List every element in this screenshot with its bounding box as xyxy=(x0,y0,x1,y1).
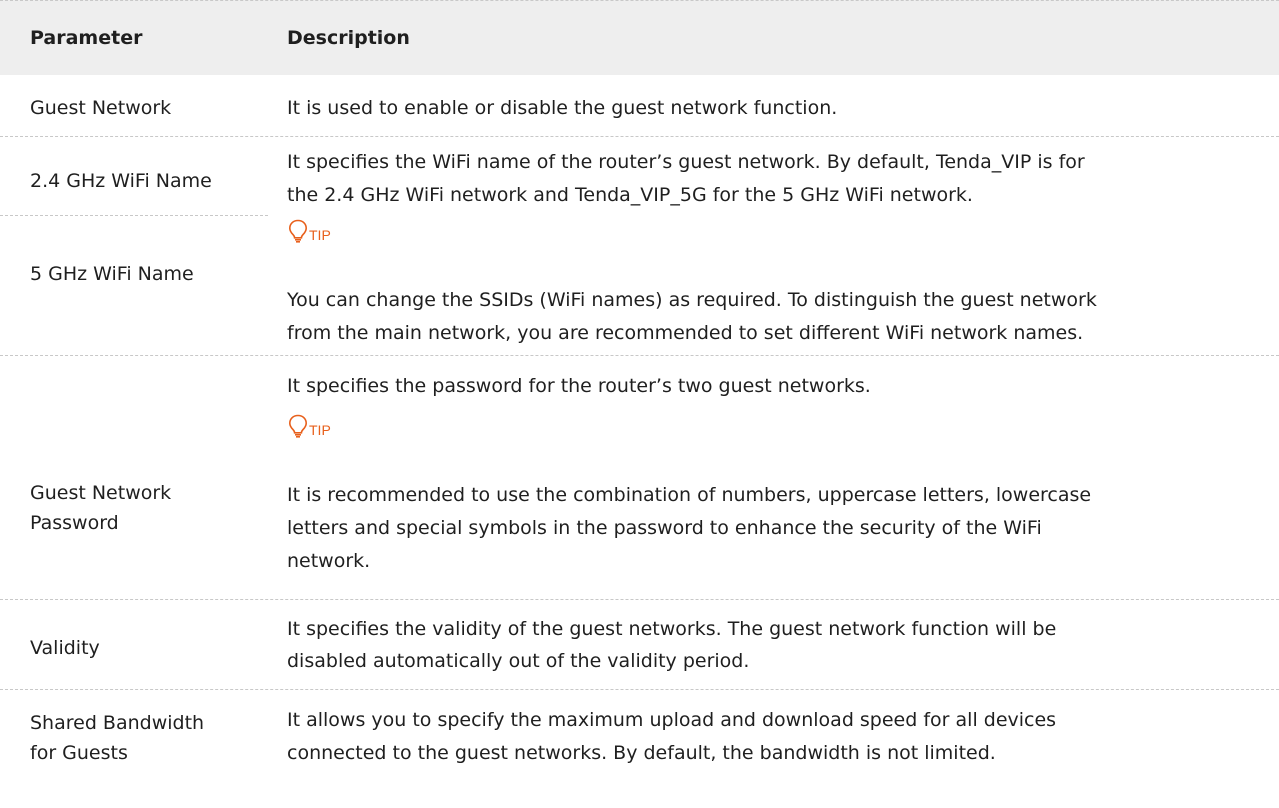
tip-label: TIP xyxy=(309,227,331,243)
desc-validity-line2: disabled automatically out of the validi… xyxy=(287,650,750,672)
table-header-row: Parameter Description xyxy=(0,0,1279,75)
desc-password: It specifies the password for the router… xyxy=(287,375,871,397)
param-password-line2: Password xyxy=(30,512,119,534)
desc-wifi-name-line2: the 2.4 GHz WiFi network and Tenda_VIP_5… xyxy=(287,184,973,206)
desc-validity-line1: It specifies the validity of the guest n… xyxy=(287,618,1057,640)
param-bandwidth-line2: for Guests xyxy=(30,742,128,764)
param-validity: Validity xyxy=(30,637,100,659)
parameter-table: Parameter Description Guest Network It i… xyxy=(0,0,1279,808)
row-divider xyxy=(0,215,268,216)
desc-password-tip-line2: letters and special symbols in the passw… xyxy=(287,517,1042,539)
tip-label: TIP xyxy=(309,422,331,438)
tip-callout: TIP xyxy=(288,414,331,438)
desc-bandwidth-line2: connected to the guest networks. By defa… xyxy=(287,742,996,764)
param-wifi-name-5: 5 GHz WiFi Name xyxy=(30,263,194,285)
lightbulb-icon xyxy=(288,414,308,438)
row-divider xyxy=(0,689,1279,690)
header-description: Description xyxy=(287,27,410,49)
param-bandwidth-line1: Shared Bandwidth xyxy=(30,712,205,734)
desc-bandwidth-line1: It allows you to specify the maximum upl… xyxy=(287,709,1057,731)
desc-password-tip-line1: It is recommended to use the combination… xyxy=(287,484,1092,506)
param-guest-network: Guest Network xyxy=(30,97,172,119)
lightbulb-icon xyxy=(288,219,308,243)
desc-wifi-tip-line1: You can change the SSIDs (WiFi names) as… xyxy=(287,289,1097,311)
row-divider xyxy=(0,599,1279,600)
desc-wifi-name-line1: It specifies the WiFi name of the router… xyxy=(287,151,1085,173)
tip-callout: TIP xyxy=(288,219,331,243)
desc-guest-network: It is used to enable or disable the gues… xyxy=(287,97,838,119)
desc-password-tip-line3: network. xyxy=(287,550,371,572)
param-password-line1: Guest Network xyxy=(30,482,172,504)
param-wifi-name-24: 2.4 GHz WiFi Name xyxy=(30,170,212,192)
desc-wifi-tip-line2: from the main network, you are recommend… xyxy=(287,322,1084,344)
row-divider xyxy=(0,136,1279,137)
header-parameter: Parameter xyxy=(30,27,143,49)
row-divider xyxy=(0,355,1279,356)
